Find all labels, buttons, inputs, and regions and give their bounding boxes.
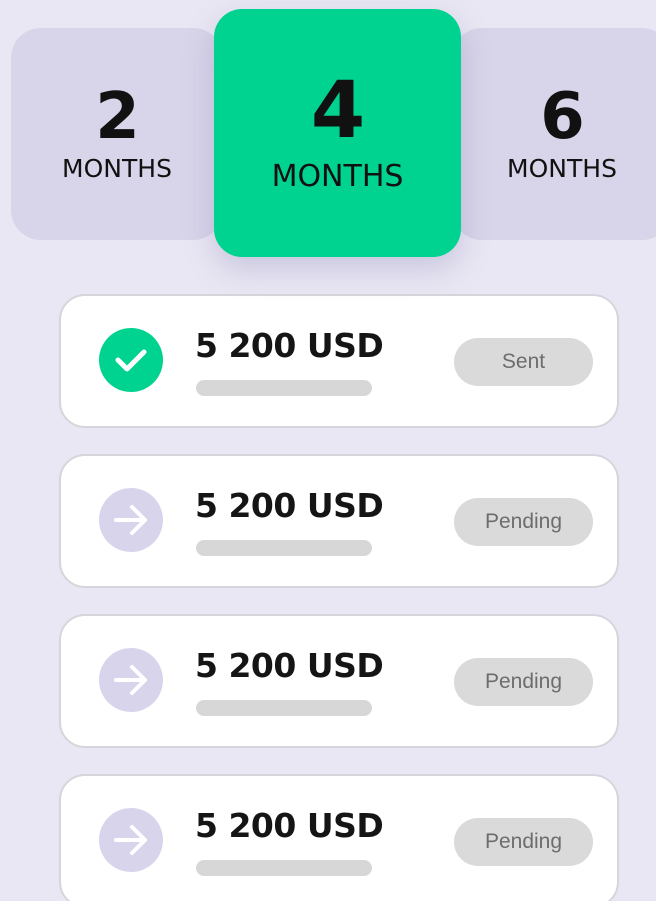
check-icon xyxy=(99,328,163,392)
placeholder-bar xyxy=(196,380,372,396)
duration-option-2-months[interactable]: 2 MONTHS xyxy=(11,28,223,240)
payment-amount: 5 200 USD xyxy=(195,486,384,525)
duration-unit: MONTHS xyxy=(507,154,617,183)
payment-row[interactable]: 5 200 USD Pending xyxy=(59,454,619,588)
duration-number: 4 xyxy=(310,66,365,156)
placeholder-bar xyxy=(196,700,372,716)
duration-unit: MONTHS xyxy=(271,159,404,194)
duration-unit: MONTHS xyxy=(62,154,172,183)
payment-amount: 5 200 USD xyxy=(195,806,384,845)
status-badge: Sent xyxy=(454,338,593,386)
payment-plan-screen: 2 MONTHS 6 MONTHS 4 MONTHS 5 200 USD Sen… xyxy=(0,0,656,901)
status-badge: Pending xyxy=(454,818,593,866)
duration-option-4-months-selected[interactable]: 4 MONTHS xyxy=(214,9,461,257)
duration-option-6-months[interactable]: 6 MONTHS xyxy=(452,28,656,240)
arrow-right-icon xyxy=(99,488,163,552)
arrow-right-icon xyxy=(99,648,163,712)
placeholder-bar xyxy=(196,540,372,556)
status-badge: Pending xyxy=(454,498,593,546)
duration-number: 6 xyxy=(540,80,585,154)
payment-amount: 5 200 USD xyxy=(195,646,384,685)
status-badge: Pending xyxy=(454,658,593,706)
payment-row[interactable]: 5 200 USD Pending xyxy=(59,774,619,901)
duration-number: 2 xyxy=(95,80,140,154)
payment-row[interactable]: 5 200 USD Pending xyxy=(59,614,619,748)
arrow-right-icon xyxy=(99,808,163,872)
payment-row[interactable]: 5 200 USD Sent xyxy=(59,294,619,428)
payment-amount: 5 200 USD xyxy=(195,326,384,365)
placeholder-bar xyxy=(196,860,372,876)
